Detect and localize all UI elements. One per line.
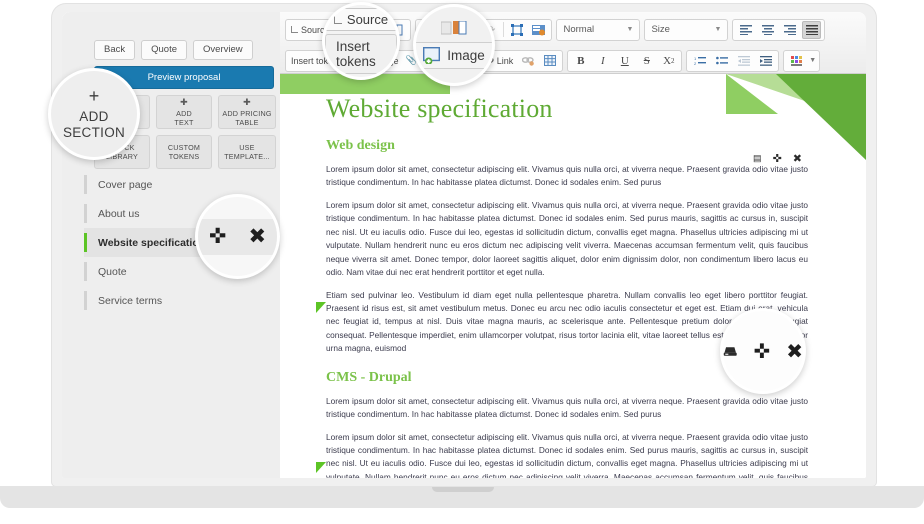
- divider: [503, 22, 505, 37]
- block-marker-arrow-1: [316, 302, 326, 313]
- magnified-section-row: ✜ ✖: [198, 197, 277, 276]
- tile-label: ADD TEXT: [174, 108, 194, 127]
- tile-label: ADD PRICING TABLE: [222, 108, 272, 127]
- unlink-icon[interactable]: [518, 52, 537, 70]
- link-label: Link: [496, 55, 514, 66]
- format-value: Normal: [563, 24, 595, 35]
- element-tools-web-design: ▤ ✜ ✖: [753, 152, 802, 165]
- magnified-element-tools: ✜ ✖: [723, 311, 803, 391]
- toolbar-group-align: [732, 18, 826, 41]
- close-icon[interactable]: ✖: [786, 339, 803, 364]
- italic-button[interactable]: I: [593, 52, 612, 70]
- image-icon: [423, 47, 441, 64]
- magnified-source-group: Source Insert tokens: [325, 5, 397, 77]
- magnified-image-label: Image: [447, 48, 485, 63]
- section-item-service-terms[interactable]: Service terms: [84, 286, 274, 315]
- align-left-icon[interactable]: [736, 21, 755, 39]
- align-right-icon[interactable]: [780, 21, 799, 39]
- editor-pane: Source ✂ 📋: [280, 12, 866, 478]
- duplicate-icon[interactable]: [723, 344, 737, 359]
- close-icon[interactable]: ✖: [793, 152, 802, 165]
- document-canvas[interactable]: Website specification Web design ▤ ✜ ✖ L…: [280, 74, 866, 478]
- page-title: Website specification: [326, 94, 553, 123]
- source-icon: [291, 26, 298, 33]
- section-label: Cover page: [98, 178, 153, 191]
- tile-add-pricing-table[interactable]: ✚ ADD PRICING TABLE: [218, 95, 276, 130]
- magnified-insert-tokens-button[interactable]: Insert tokens: [325, 34, 397, 74]
- text-color-icon[interactable]: [787, 52, 806, 70]
- back-button[interactable]: Back: [94, 40, 136, 61]
- block-heading: Web design: [326, 138, 395, 153]
- magnified-add-section-tile[interactable]: + ADD SECTION: [51, 71, 137, 157]
- size-value: Size: [651, 24, 670, 35]
- tile-label: USE TEMPLATE...: [224, 143, 270, 162]
- magnifier-section-row-tools: ✜ ✖: [195, 194, 280, 279]
- font-size-select[interactable]: Size ▼: [644, 18, 729, 41]
- magnified-add-section-label: ADD SECTION: [62, 108, 126, 140]
- laptop-notch: [432, 487, 494, 492]
- indent-icon[interactable]: [756, 52, 775, 70]
- close-icon[interactable]: ✖: [249, 224, 267, 249]
- tile-use-template[interactable]: USE TEMPLATE...: [218, 135, 276, 170]
- paragraph-format-select[interactable]: Normal ▼: [556, 18, 641, 41]
- outdent-icon[interactable]: [734, 52, 753, 70]
- section-label: Quote: [98, 265, 127, 278]
- table-icon[interactable]: [540, 52, 559, 70]
- magnifier-source-tokens: Source Insert tokens: [322, 2, 400, 80]
- svg-text:2: 2: [694, 61, 697, 66]
- magnifier-element-tools: ✜ ✖: [720, 308, 806, 394]
- chevron-down-icon: ▼: [626, 26, 634, 33]
- show-blocks-icon[interactable]: [529, 21, 548, 39]
- move-icon: ✚: [243, 96, 251, 107]
- magnified-source-label: Source: [346, 12, 389, 27]
- toolbar-group-lists: 12: [686, 49, 780, 72]
- chevron-down-icon: ▼: [714, 26, 722, 33]
- paragraph: Lorem ipsum dolor sit amet, consectetur …: [326, 395, 808, 420]
- select-all-icon[interactable]: [507, 21, 526, 39]
- magnified-insert-tokens-label: Insert tokens: [336, 39, 376, 69]
- tile-custom-tokens[interactable]: CUSTOM TOKENS: [156, 135, 212, 170]
- magnifier-add-section: + ADD SECTION: [48, 68, 140, 160]
- top-button-row: Back Quote Overview: [94, 40, 274, 61]
- move-icon[interactable]: ✜: [209, 224, 227, 249]
- move-icon: ✚: [180, 96, 188, 107]
- section-label: Website specification: [98, 236, 206, 249]
- plus-icon: +: [88, 85, 100, 106]
- magnified-image-button[interactable]: Image: [416, 42, 492, 69]
- toolbar-group-textstyle: B I U S X2: [567, 49, 683, 72]
- paragraph: Lorem ipsum dolor sit amet, consectetur …: [326, 164, 808, 188]
- duplicate-icon[interactable]: ▤: [753, 153, 762, 164]
- content-block-cms-drupal[interactable]: CMS - Drupal Lorem ipsum dolor sit amet,…: [326, 370, 808, 478]
- align-center-icon[interactable]: [758, 21, 777, 39]
- bulleted-list-icon[interactable]: [712, 52, 731, 70]
- strikethrough-button[interactable]: S: [637, 52, 656, 70]
- overview-button[interactable]: Overview: [193, 40, 253, 61]
- bold-button[interactable]: B: [571, 52, 590, 70]
- align-justify-icon[interactable]: [802, 20, 822, 39]
- move-icon[interactable]: ✜: [773, 152, 782, 165]
- paragraph: Lorem ipsum dolor sit amet, consectetur …: [326, 199, 808, 278]
- tile-add-text[interactable]: ✚ ADD TEXT: [156, 95, 212, 130]
- underline-button[interactable]: U: [615, 52, 634, 70]
- toolbar-group-color: ▼: [783, 49, 821, 72]
- source-icon: [333, 15, 342, 24]
- paragraph: Lorem ipsum dolor sit amet, consectetur …: [326, 431, 808, 478]
- magnified-image-group: Image: [416, 7, 492, 83]
- section-label: About us: [98, 207, 140, 220]
- magnified-paste-icon: [441, 21, 467, 35]
- subscript-button[interactable]: X2: [659, 52, 678, 70]
- document-body: Website specification Web design ▤ ✜ ✖ L…: [326, 94, 808, 478]
- block-marker-arrow-2: [316, 462, 326, 473]
- move-icon[interactable]: ✜: [753, 339, 770, 364]
- numbered-list-icon[interactable]: 12: [690, 52, 709, 70]
- magnifier-image-button: Image: [413, 4, 495, 86]
- section-label: Service terms: [98, 294, 163, 307]
- quote-button[interactable]: Quote: [141, 40, 188, 61]
- tile-label: CUSTOM TOKENS: [167, 143, 201, 162]
